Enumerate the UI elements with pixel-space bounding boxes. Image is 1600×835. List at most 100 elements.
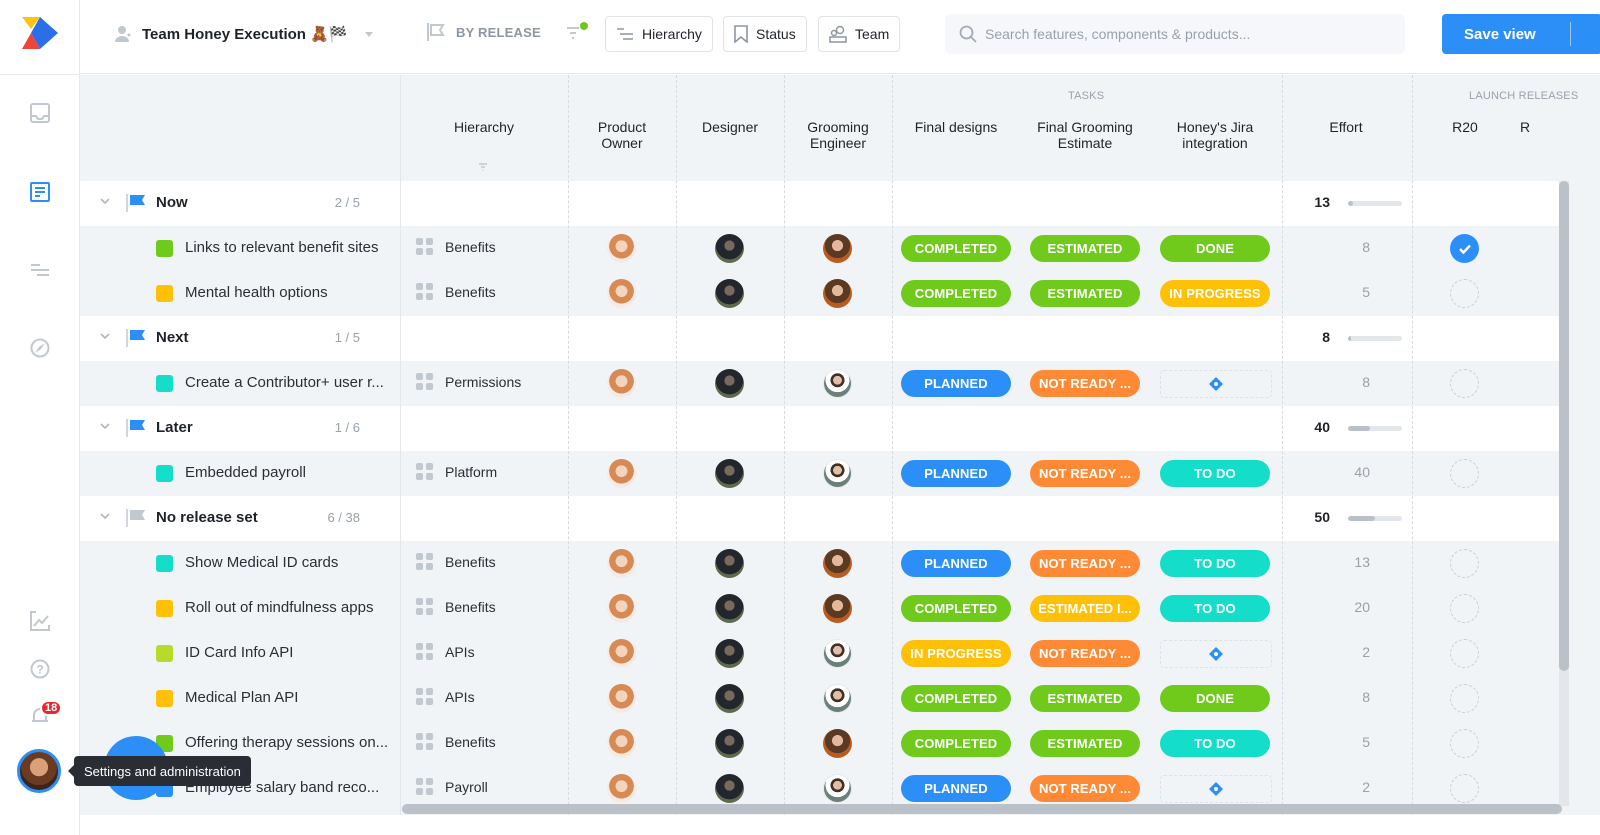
hierarchy-button[interactable]: Hierarchy: [605, 16, 713, 52]
designer-avatar[interactable]: [715, 774, 744, 803]
hierarchy-cell[interactable]: Payroll: [416, 778, 488, 795]
designer-avatar[interactable]: [715, 594, 744, 623]
jira-link-button[interactable]: [1160, 775, 1272, 803]
jira-status-pill[interactable]: DONE: [1160, 685, 1270, 712]
column-header-hierarchy[interactable]: Hierarchy: [400, 75, 568, 181]
product-owner-avatar[interactable]: [607, 594, 636, 623]
release-r20-checkbox[interactable]: [1450, 549, 1479, 578]
effort-value[interactable]: 20: [1310, 599, 1370, 615]
column-header-grooming-engineer[interactable]: Grooming Engineer: [784, 75, 892, 181]
hierarchy-cell[interactable]: Benefits: [416, 598, 496, 615]
inbox-icon[interactable]: [28, 101, 52, 125]
jira-link-button[interactable]: [1160, 370, 1272, 398]
jira-status-pill[interactable]: TO DO: [1160, 550, 1270, 577]
hierarchy-cell[interactable]: Benefits: [416, 238, 496, 255]
designer-avatar[interactable]: [715, 234, 744, 263]
team-view-selector[interactable]: Team Honey Execution 🧸🏁: [114, 20, 374, 48]
product-owner-avatar[interactable]: [607, 279, 636, 308]
hierarchy-cell[interactable]: Permissions: [416, 373, 521, 390]
feature-row[interactable]: Embedded payroll Platform PLANNED NOT RE…: [80, 451, 1560, 496]
hierarchy-cell[interactable]: APIs: [416, 688, 475, 705]
grooming-engineer-avatar[interactable]: [823, 729, 852, 758]
group-by-release[interactable]: BY RELEASE: [426, 22, 541, 42]
release-r20-checkbox[interactable]: [1450, 729, 1479, 758]
feature-row[interactable]: Create a Contributor+ user r... Permissi…: [80, 361, 1560, 406]
grooming-estimate-status-pill[interactable]: NOT READY ...: [1030, 640, 1140, 667]
effort-value[interactable]: 5: [1310, 734, 1370, 750]
effort-value[interactable]: 2: [1310, 779, 1370, 795]
designer-avatar[interactable]: [715, 639, 744, 668]
final-designs-status-pill[interactable]: COMPLETED: [901, 595, 1011, 622]
horizontal-scrollbar[interactable]: [402, 804, 1562, 814]
grooming-engineer-avatar[interactable]: [823, 774, 852, 803]
column-header-final-designs[interactable]: Final designs: [892, 75, 1020, 181]
app-logo[interactable]: [20, 15, 60, 51]
feature-row[interactable]: Offering therapy sessions on... Benefits…: [80, 721, 1560, 766]
chevron-down-icon[interactable]: [100, 331, 110, 341]
final-designs-status-pill[interactable]: PLANNED: [901, 550, 1011, 577]
release-r20-checkbox[interactable]: [1450, 369, 1479, 398]
roadmap-document-icon[interactable]: [28, 180, 52, 204]
jira-status-pill[interactable]: DONE: [1160, 235, 1270, 262]
chevron-down-icon[interactable]: [100, 511, 110, 521]
feature-name[interactable]: Create a Contributor+ user r...: [185, 374, 384, 391]
feature-name[interactable]: Show Medical ID cards: [185, 554, 338, 571]
effort-value[interactable]: 8: [1310, 239, 1370, 255]
designer-avatar[interactable]: [715, 459, 744, 488]
column-header-designer[interactable]: Designer: [676, 75, 784, 181]
jira-status-pill[interactable]: TO DO: [1160, 460, 1270, 487]
grooming-estimate-status-pill[interactable]: NOT READY ...: [1030, 775, 1140, 802]
product-owner-avatar[interactable]: [607, 684, 636, 713]
feature-name[interactable]: Links to relevant benefit sites: [185, 239, 378, 256]
feature-name[interactable]: Medical Plan API: [185, 689, 298, 706]
final-designs-status-pill[interactable]: PLANNED: [901, 775, 1011, 802]
grooming-estimate-status-pill[interactable]: NOT READY ...: [1030, 550, 1140, 577]
column-header-product-owner[interactable]: Product Owner: [568, 75, 676, 181]
grooming-estimate-status-pill[interactable]: ESTIMATED: [1030, 730, 1140, 757]
product-owner-avatar[interactable]: [607, 369, 636, 398]
chevron-down-icon[interactable]: [100, 196, 110, 206]
grooming-estimate-status-pill[interactable]: ESTIMATED: [1030, 685, 1140, 712]
release-group-row[interactable]: Now 2 / 5 13: [80, 181, 1560, 226]
grooming-engineer-avatar[interactable]: [823, 549, 852, 578]
product-owner-avatar[interactable]: [607, 729, 636, 758]
feature-row[interactable]: Show Medical ID cards Benefits PLANNED N…: [80, 541, 1560, 586]
help-icon[interactable]: ?: [28, 657, 52, 681]
feature-name[interactable]: Embedded payroll: [185, 464, 306, 481]
column-header-final-grooming-estimate[interactable]: Final Grooming Estimate: [1020, 75, 1150, 181]
hierarchy-cell[interactable]: APIs: [416, 643, 475, 660]
final-designs-status-pill[interactable]: COMPLETED: [901, 235, 1011, 262]
release-r20-checkbox[interactable]: [1450, 639, 1479, 668]
grooming-estimate-status-pill[interactable]: ESTIMATED: [1030, 280, 1140, 307]
feature-name[interactable]: Offering therapy sessions on...: [185, 734, 388, 751]
release-r20-checkbox[interactable]: [1450, 684, 1479, 713]
final-designs-status-pill[interactable]: IN PROGRESS: [901, 640, 1011, 667]
hierarchy-cell[interactable]: Benefits: [416, 553, 496, 570]
effort-value[interactable]: 40: [1310, 464, 1370, 480]
feature-name[interactable]: ID Card Info API: [185, 644, 293, 661]
column-filter-icon[interactable]: [478, 163, 488, 171]
product-owner-avatar[interactable]: [607, 774, 636, 803]
filter-button[interactable]: [566, 22, 588, 44]
grooming-estimate-status-pill[interactable]: NOT READY ...: [1030, 460, 1140, 487]
hierarchy-cell[interactable]: Benefits: [416, 283, 496, 300]
product-owner-avatar[interactable]: [607, 549, 636, 578]
grooming-engineer-avatar[interactable]: [823, 459, 852, 488]
column-header-jira-integration[interactable]: Honey's Jira integration: [1150, 75, 1280, 181]
product-owner-avatar[interactable]: [607, 234, 636, 263]
jira-status-pill[interactable]: IN PROGRESS: [1160, 280, 1270, 307]
compass-icon[interactable]: [28, 336, 52, 360]
search-input[interactable]: [985, 26, 1385, 42]
final-designs-status-pill[interactable]: PLANNED: [901, 370, 1011, 397]
release-group-row[interactable]: Next 1 / 5 8: [80, 316, 1560, 361]
designer-avatar[interactable]: [715, 729, 744, 758]
effort-value[interactable]: 8: [1310, 689, 1370, 705]
release-group-row[interactable]: Later 1 / 6 40: [80, 406, 1560, 451]
feature-row[interactable]: Links to relevant benefit sites Benefits…: [80, 226, 1560, 271]
feature-name[interactable]: Roll out of mindfulness apps: [185, 599, 373, 616]
feature-row[interactable]: ID Card Info API APIs IN PROGRESS NOT RE…: [80, 631, 1560, 676]
hierarchy-lines-icon[interactable]: [28, 258, 52, 282]
release-group-row[interactable]: No release set 6 / 38 50: [80, 496, 1560, 541]
release-r20-checkbox[interactable]: [1450, 234, 1479, 263]
designer-avatar[interactable]: [715, 684, 744, 713]
